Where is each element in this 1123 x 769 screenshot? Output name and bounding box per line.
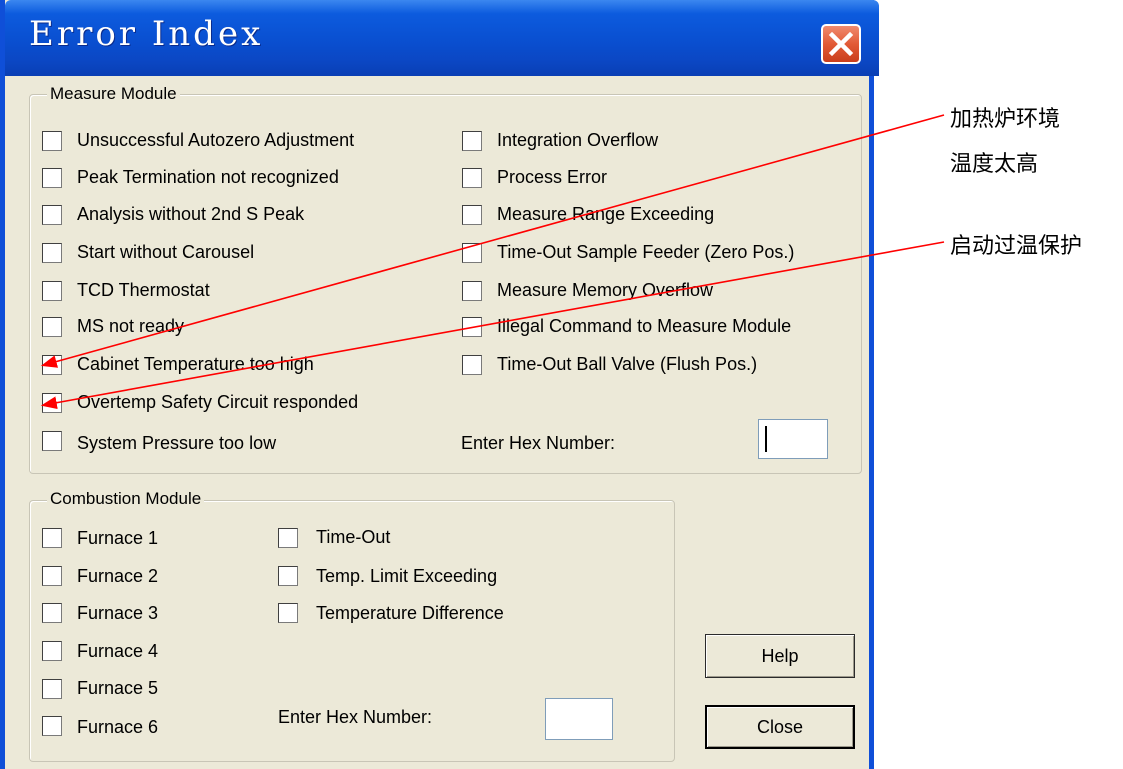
- label-overtemp-safety: Overtemp Safety Circuit responded: [77, 392, 359, 412]
- checkbox-unsuccessful-autozero[interactable]: [42, 131, 62, 151]
- checkbox-tcd-thermostat[interactable]: [42, 281, 62, 301]
- label-integration-overflow: Integration Overflow: [497, 130, 659, 150]
- checkbox-system-pressure[interactable]: [42, 431, 62, 451]
- annotation-cabinet-line2: 温度太高: [950, 152, 1039, 177]
- checkbox-temperature-difference[interactable]: [278, 603, 298, 623]
- help-button[interactable]: Help: [705, 634, 855, 678]
- label-furnace-5: Furnace 5: [77, 678, 159, 698]
- label-measure-memory: Measure Memory Overflow: [497, 280, 714, 300]
- label-sample-feeder-timeout: Time-Out Sample Feeder (Zero Pos.): [497, 242, 795, 262]
- label-furnace-2: Furnace 2: [77, 566, 159, 586]
- checkbox-furnace-3[interactable]: [42, 603, 62, 623]
- checkbox-furnace-2[interactable]: [42, 566, 62, 586]
- checkbox-peak-termination[interactable]: [42, 168, 62, 188]
- checkbox-furnace-6[interactable]: [42, 716, 62, 736]
- measure-hex-input[interactable]: [758, 419, 828, 459]
- label-ball-valve-timeout: Time-Out Ball Valve (Flush Pos.): [497, 354, 758, 374]
- label-measure-range: Measure Range Exceeding: [497, 204, 715, 224]
- checkbox-overtemp-safety[interactable]: [42, 393, 62, 413]
- label-ms-not-ready: MS not ready: [77, 316, 185, 336]
- checkbox-sample-feeder-timeout[interactable]: [462, 243, 482, 263]
- checkbox-illegal-command[interactable]: [462, 317, 482, 337]
- checkbox-cabinet-temperature[interactable]: [42, 355, 62, 375]
- label-illegal-command: Illegal Command to Measure Module: [497, 316, 792, 336]
- label-start-without-carousel: Start without Carousel: [77, 242, 255, 262]
- checkbox-measure-memory[interactable]: [462, 281, 482, 301]
- label-furnace-1: Furnace 1: [77, 528, 159, 548]
- label-temp-limit: Temp. Limit Exceeding: [316, 566, 498, 586]
- combustion-module-label: Combustion Module: [47, 489, 205, 509]
- title-bar: Error Index: [5, 0, 879, 76]
- checkbox-process-error[interactable]: [462, 168, 482, 188]
- close-button[interactable]: Close: [705, 705, 855, 749]
- close-icon: [828, 31, 854, 57]
- help-button-label: Help: [761, 645, 799, 666]
- label-tcd-thermostat: TCD Thermostat: [77, 280, 210, 300]
- label-time-out: Time-Out: [316, 527, 391, 547]
- annotation-cabinet-line1: 加热炉环境: [950, 107, 1061, 132]
- label-analysis-without-s-peak: Analysis without 2nd S Peak: [77, 204, 305, 224]
- label-temperature-difference: Temperature Difference: [316, 603, 504, 623]
- checkbox-measure-range[interactable]: [462, 205, 482, 225]
- label-unsuccessful-autozero: Unsuccessful Autozero Adjustment: [77, 130, 355, 150]
- text-caret: [765, 426, 767, 452]
- checkbox-furnace-1[interactable]: [42, 528, 62, 548]
- checkbox-ms-not-ready[interactable]: [42, 317, 62, 337]
- label-system-pressure: System Pressure too low: [77, 433, 277, 453]
- label-furnace-3: Furnace 3: [77, 603, 159, 623]
- error-index-dialog: Error Index Measure Module Unsuccessful …: [0, 0, 879, 769]
- measure-hex-label: Enter Hex Number:: [461, 433, 616, 453]
- checkbox-furnace-4[interactable]: [42, 641, 62, 661]
- checkbox-time-out[interactable]: [278, 528, 298, 548]
- label-cabinet-temperature: Cabinet Temperature too high: [77, 354, 314, 374]
- label-furnace-4: Furnace 4: [77, 641, 159, 661]
- window-close-button[interactable]: [821, 24, 861, 64]
- annotation-overtemp: 启动过温保护: [950, 234, 1083, 259]
- checkbox-start-without-carousel[interactable]: [42, 243, 62, 263]
- checkbox-temp-limit[interactable]: [278, 566, 298, 586]
- checkbox-analysis-without-s-peak[interactable]: [42, 205, 62, 225]
- checkbox-ball-valve-timeout[interactable]: [462, 355, 482, 375]
- label-peak-termination: Peak Termination not recognized: [77, 167, 339, 187]
- checkbox-furnace-5[interactable]: [42, 679, 62, 699]
- label-process-error: Process Error: [497, 167, 608, 187]
- label-furnace-6: Furnace 6: [77, 717, 159, 737]
- close-button-label: Close: [756, 716, 804, 737]
- measure-module-label: Measure Module: [47, 84, 180, 104]
- window-title: Error Index: [29, 14, 264, 54]
- checkbox-integration-overflow[interactable]: [462, 131, 482, 151]
- combustion-hex-label: Enter Hex Number:: [278, 707, 433, 727]
- combustion-hex-input[interactable]: [545, 698, 613, 740]
